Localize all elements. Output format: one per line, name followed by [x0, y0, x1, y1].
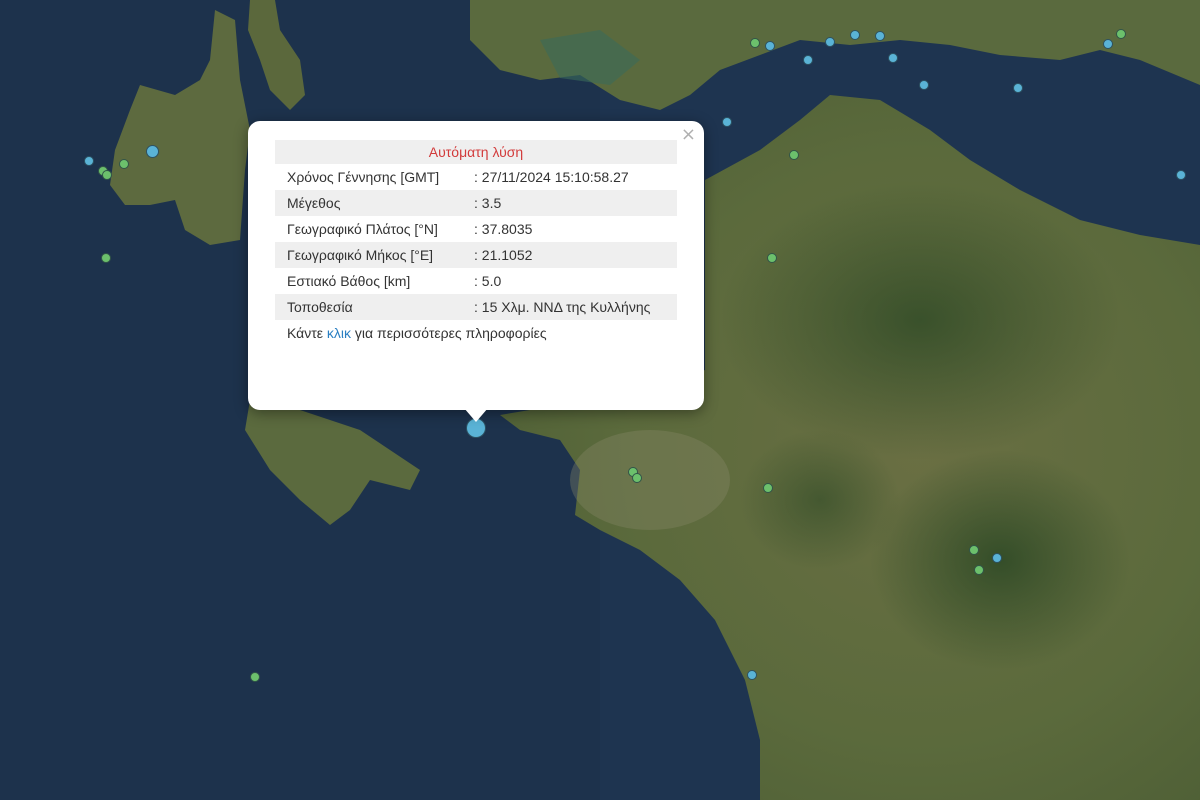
earthquake-marker[interactable]: [1176, 170, 1186, 180]
earthquake-marker[interactable]: [145, 144, 159, 158]
earthquake-marker[interactable]: [84, 156, 94, 166]
map-view[interactable]: × Αυτόματη λύση Χρόνος Γέννησης [GMT] : …: [0, 0, 1200, 800]
more-info-link[interactable]: κλικ: [327, 325, 351, 341]
earthquake-marker[interactable]: [1013, 83, 1023, 93]
earthquake-marker[interactable]: [101, 253, 111, 263]
magnitude-label: Μέγεθος: [287, 195, 341, 211]
earthquake-marker[interactable]: [803, 55, 813, 65]
earthquake-marker[interactable]: [765, 41, 775, 51]
earthquake-marker[interactable]: [850, 30, 860, 40]
longitude-label: Γεωγραφικό Μήκος [°E]: [287, 247, 434, 263]
popup-title: Αυτόματη λύση: [275, 140, 677, 164]
earthquake-marker[interactable]: [969, 545, 979, 555]
earthquake-marker[interactable]: [789, 150, 799, 160]
row-magnitude: Μέγεθος : 3.5: [275, 190, 677, 216]
location-label: Τοποθεσία: [287, 299, 353, 315]
latitude-label: Γεωγραφικό Πλάτος [°N]: [287, 221, 438, 237]
origin-time-label: Χρόνος Γέννησης [GMT]: [287, 169, 440, 185]
origin-time-value: : 27/11/2024 15:10:58.27: [474, 169, 629, 185]
earthquake-marker[interactable]: [888, 53, 898, 63]
latitude-value: : 37.8035: [474, 221, 533, 237]
earthquake-marker[interactable]: [250, 672, 260, 682]
location-value: : 15 Χλμ. ΝΝΔ της Κυλλήνης: [474, 299, 651, 315]
earthquake-marker[interactable]: [632, 473, 642, 483]
earthquake-marker[interactable]: [919, 80, 929, 90]
popup-close-button[interactable]: ×: [681, 125, 696, 145]
more-info-prefix: Κάντε: [287, 325, 327, 341]
earthquake-info-table: Χρόνος Γέννησης [GMT] : 27/11/2024 15:10…: [275, 164, 677, 320]
row-origin-time: Χρόνος Γέννησης [GMT] : 27/11/2024 15:10…: [275, 164, 677, 190]
row-depth: Εστιακό Βάθος [km] : 5.0: [275, 268, 677, 294]
longitude-value: : 21.1052: [474, 247, 533, 263]
earthquake-marker[interactable]: [875, 31, 885, 41]
row-longitude: Γεωγραφικό Μήκος [°E] : 21.1052: [275, 242, 677, 268]
earthquake-popup: × Αυτόματη λύση Χρόνος Γέννησης [GMT] : …: [248, 121, 704, 410]
row-location: Τοποθεσία : 15 Χλμ. ΝΝΔ της Κυλλήνης: [275, 294, 677, 320]
earthquake-marker[interactable]: [722, 117, 732, 127]
magnitude-value: : 3.5: [474, 195, 502, 211]
more-info-line: Κάντε κλικ για περισσότερες πληροφορίες: [275, 320, 677, 346]
depth-label: Εστιακό Βάθος [km]: [287, 273, 411, 289]
earthquake-marker[interactable]: [750, 38, 760, 48]
row-latitude: Γεωγραφικό Πλάτος [°N] : 37.8035: [275, 216, 677, 242]
earthquake-marker[interactable]: [974, 565, 984, 575]
earthquake-marker[interactable]: [1103, 39, 1113, 49]
earthquake-marker[interactable]: [1116, 29, 1126, 39]
depth-value: : 5.0: [474, 273, 502, 289]
earthquake-marker[interactable]: [763, 483, 773, 493]
earthquake-marker[interactable]: [747, 670, 757, 680]
earthquake-marker[interactable]: [825, 37, 835, 47]
earthquake-marker[interactable]: [992, 553, 1002, 563]
earthquake-marker[interactable]: [767, 253, 777, 263]
earthquake-marker[interactable]: [119, 159, 129, 169]
popup-pointer: [464, 408, 488, 422]
earthquake-marker[interactable]: [102, 170, 112, 180]
more-info-suffix: για περισσότερες πληροφορίες: [351, 325, 547, 341]
